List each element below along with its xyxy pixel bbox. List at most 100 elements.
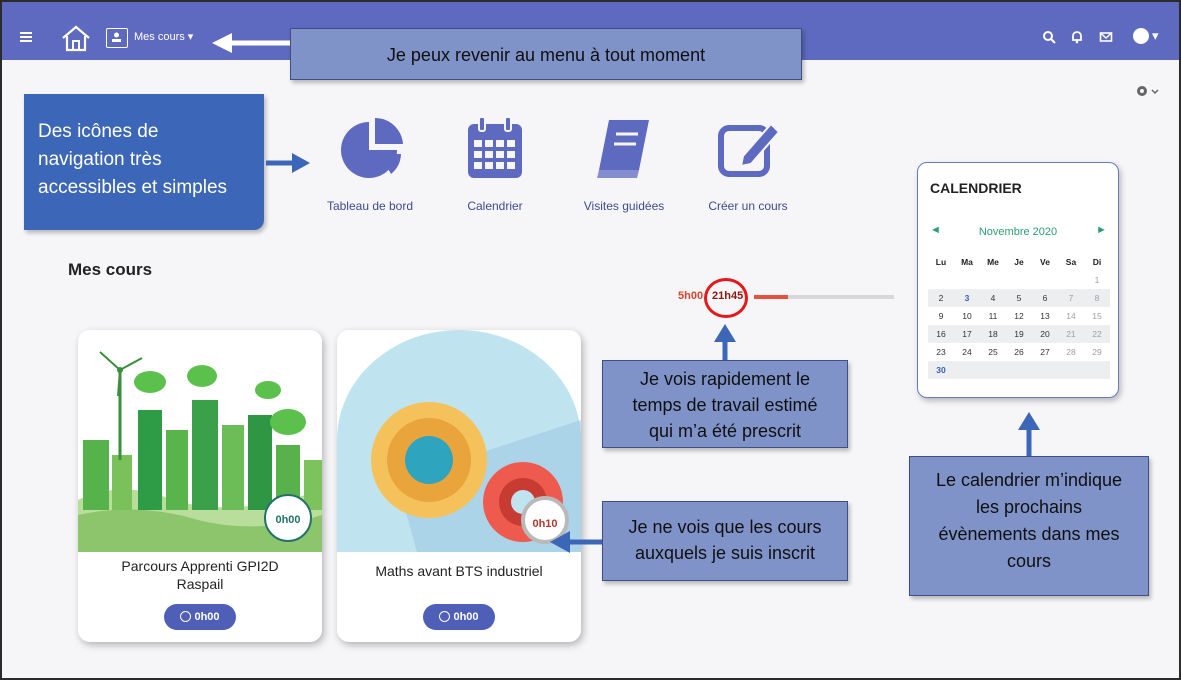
- calendar-day[interactable]: 23: [928, 343, 954, 361]
- calendar-day[interactable]: 11: [980, 307, 1006, 325]
- calendar-day[interactable]: 16: [928, 325, 954, 343]
- calendar-day[interactable]: [1058, 361, 1084, 379]
- callout-time-line1: Je vois rapidement le: [639, 369, 811, 389]
- callout-menu: Je peux revenir au menu à tout moment: [290, 28, 802, 80]
- calendar-day[interactable]: 6: [1032, 289, 1058, 307]
- calendar-day[interactable]: [1058, 271, 1084, 289]
- calendar-day[interactable]: 24: [954, 343, 980, 361]
- nav-label-calendrier: Calendrier: [467, 199, 523, 213]
- settings-gear-icon[interactable]: [1134, 82, 1164, 102]
- user-course-icon[interactable]: [106, 28, 128, 48]
- calendar-day[interactable]: 25: [980, 343, 1006, 361]
- course-badge-text: 0h00: [194, 611, 220, 623]
- calendar-day[interactable]: [980, 361, 1006, 379]
- callout-nav-line2: navigation très: [38, 149, 162, 170]
- course-card[interactable]: 0h00 Parcours Apprenti GPI2D Raspail 0h0…: [78, 330, 322, 642]
- calendar-day[interactable]: 3: [954, 289, 980, 307]
- course-title-line1: Maths avant BTS industriel: [375, 563, 543, 579]
- calendar-day[interactable]: 22: [1084, 325, 1110, 343]
- bell-icon[interactable]: [1070, 30, 1084, 44]
- callout-nav-line3: accessibles et simples: [38, 177, 228, 198]
- calendar-day[interactable]: 2: [928, 289, 954, 307]
- calendar-day[interactable]: [928, 271, 954, 289]
- calendar-day[interactable]: 29: [1084, 343, 1110, 361]
- calendar-day[interactable]: 27: [1032, 343, 1058, 361]
- calendar-day[interactable]: 26: [1006, 343, 1032, 361]
- calendar-widget: CALENDRIER ◄ Novembre 2020 ► Lu Ma Me Je…: [917, 162, 1119, 398]
- callout-cal-line4: cours: [1006, 551, 1051, 571]
- hamburger-menu-icon[interactable]: [20, 32, 32, 42]
- calendar-title: CALENDRIER: [930, 180, 1022, 196]
- search-icon[interactable]: [1042, 30, 1056, 44]
- calendar-day[interactable]: [954, 361, 980, 379]
- weekday: Ma: [961, 257, 973, 267]
- arrow-left-icon: [550, 531, 606, 553]
- course-time-circle: 0h00: [264, 494, 312, 542]
- calendar-day[interactable]: 20: [1032, 325, 1058, 343]
- nav-label-tableau: Tableau de bord: [326, 199, 414, 213]
- mes-cours-label: Mes cours: [134, 31, 185, 43]
- calendar-week: 2 3 4 5 6 7 8: [928, 289, 1110, 307]
- weekday: Me: [987, 257, 999, 267]
- weekday: Lu: [935, 257, 947, 267]
- avatar-chevron-icon[interactable]: ▾: [1152, 28, 1159, 44]
- calendar-day[interactable]: 18: [980, 325, 1006, 343]
- course-badge-text: 0h00: [453, 611, 479, 623]
- calendar-day[interactable]: 10: [954, 307, 980, 325]
- book-icon: [597, 120, 649, 178]
- calendar-day[interactable]: 5: [1006, 289, 1032, 307]
- nav-creer-un-cours[interactable]: Créer un cours: [693, 114, 803, 213]
- progress-value-label: 21h45: [712, 290, 744, 302]
- calendar-day[interactable]: 21: [1058, 325, 1084, 343]
- course-time-badge: 0h00: [164, 604, 236, 630]
- arrow-up-icon: [714, 324, 736, 364]
- home-icon[interactable]: [60, 24, 92, 52]
- course-title[interactable]: Maths avant BTS industriel: [337, 562, 581, 580]
- calendar-day[interactable]: 13: [1032, 307, 1058, 325]
- callout-calendar: Le calendrier m’indique les prochains év…: [909, 456, 1149, 596]
- calendar-day[interactable]: 19: [1006, 325, 1032, 343]
- calendar-day[interactable]: 9: [928, 307, 954, 325]
- callout-cal-line1: Le calendrier m’indique: [935, 470, 1123, 490]
- calendar-next-button[interactable]: ►: [1096, 224, 1107, 236]
- course-card[interactable]: 0h10 Maths avant BTS industriel 0h00: [337, 330, 581, 642]
- course-title[interactable]: Parcours Apprenti GPI2D Raspail: [78, 557, 322, 593]
- calendar-day[interactable]: 28: [1058, 343, 1084, 361]
- calendar-day[interactable]: [1032, 361, 1058, 379]
- callout-time-line3: qui m’a été prescrit: [648, 421, 802, 441]
- message-icon[interactable]: [1099, 30, 1113, 44]
- callout-inscrit-line2: auxquels je suis inscrit: [634, 543, 816, 563]
- calendar-day[interactable]: [1032, 271, 1058, 289]
- calendar-day[interactable]: 8: [1084, 289, 1110, 307]
- nav-visites-guidees[interactable]: Visites guidées: [569, 114, 679, 213]
- callout-menu-text: Je peux revenir au menu à tout moment: [386, 45, 706, 65]
- calendar-day[interactable]: 17: [954, 325, 980, 343]
- calendar-day[interactable]: [1084, 361, 1110, 379]
- callout-inscrit-line1: Je ne vois que les cours: [628, 517, 822, 537]
- clock-icon: [180, 611, 192, 622]
- calendar-day[interactable]: [1006, 361, 1032, 379]
- mes-cours-dropdown[interactable]: Mes cours ▾: [134, 30, 193, 43]
- calendar-day[interactable]: 30: [928, 361, 954, 379]
- calendar-day[interactable]: 4: [980, 289, 1006, 307]
- callout-time-line2: temps de travail estimé: [632, 395, 818, 415]
- calendar-day[interactable]: 14: [1058, 307, 1084, 325]
- calendar-day[interactable]: 1: [1084, 271, 1110, 289]
- callout-time: Je vois rapidement le temps de travail e…: [602, 360, 848, 448]
- section-title: Mes cours: [68, 260, 153, 279]
- calendar-day[interactable]: 15: [1084, 307, 1110, 325]
- nav-tableau-de-bord[interactable]: Tableau de bord: [315, 114, 425, 213]
- calendar-day[interactable]: [954, 271, 980, 289]
- calendar-day[interactable]: [1006, 271, 1032, 289]
- progress-start-label: 5h00: [678, 290, 704, 302]
- calendar-day[interactable]: 7: [1058, 289, 1084, 307]
- course-time-badge: 0h00: [423, 604, 495, 630]
- course-title-line2: Raspail: [176, 576, 224, 592]
- nav-calendrier[interactable]: Calendrier: [440, 114, 550, 213]
- calendar-day[interactable]: 12: [1006, 307, 1032, 325]
- avatar[interactable]: [1133, 28, 1149, 44]
- arrow-left-icon: [212, 33, 290, 53]
- nav-label-visites: Visites guidées: [583, 199, 665, 213]
- screenshot-frame: Mes cours ▾ ▾ Je peux revenir au menu à …: [0, 0, 1181, 680]
- calendar-day[interactable]: [980, 271, 1006, 289]
